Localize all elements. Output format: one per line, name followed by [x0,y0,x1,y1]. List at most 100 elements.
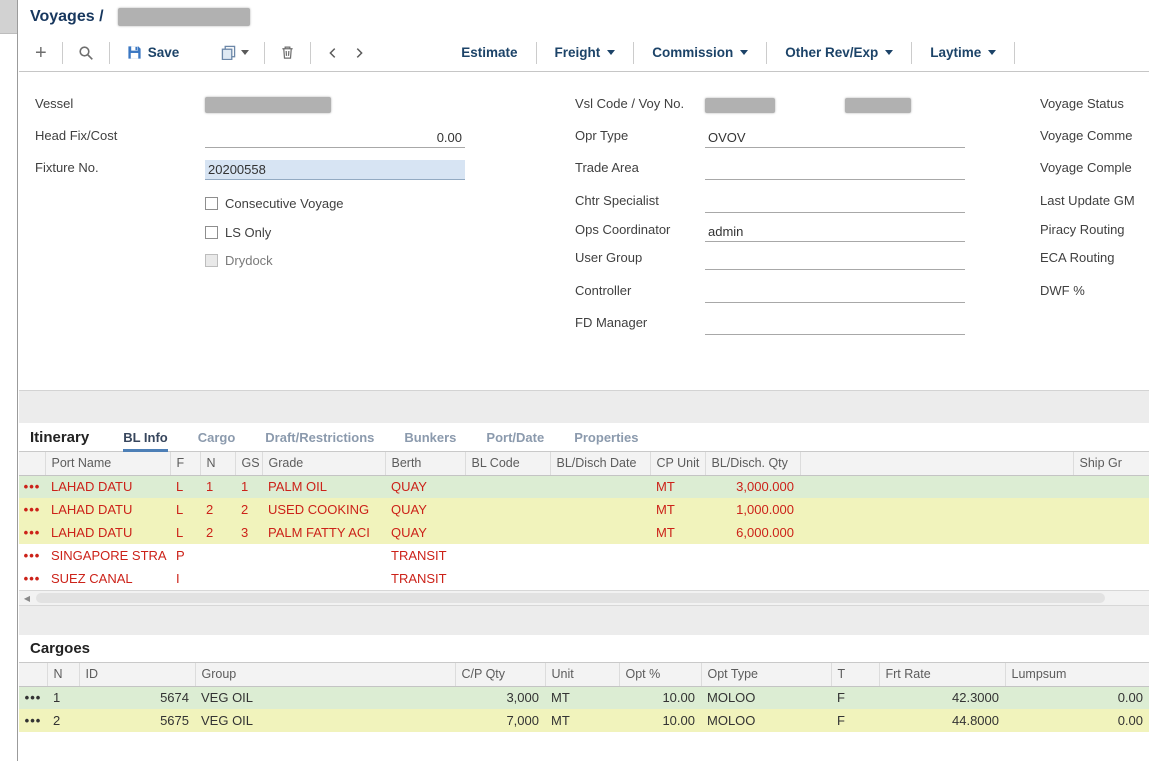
save-button[interactable]: Save [119,42,188,63]
vsl-code-field[interactable] [705,96,830,116]
col-bl-disch-date[interactable]: BL/Disch Date [550,452,650,475]
cell-berth[interactable]: QUAY [385,498,465,521]
col-group[interactable]: Group [195,663,455,686]
cell-bl-code[interactable] [465,498,550,521]
delete-button[interactable] [274,42,301,63]
scrollbar-thumb[interactable] [36,593,1105,603]
cell-port-name[interactable]: SUEZ CANAL [45,567,170,590]
other-rev-exp-menu-button[interactable]: Other Rev/Exp [776,41,902,64]
copy-voyage-button[interactable] [215,42,255,63]
cell-ship-gr[interactable] [1073,544,1149,567]
voy-no-field[interactable] [845,96,970,116]
cell-gs[interactable]: 3 [235,521,262,544]
cell-bl-code[interactable] [465,544,550,567]
cell-f[interactable]: L [170,521,200,544]
tab-cargo[interactable]: Cargo [198,430,236,445]
head-fix-cost-input[interactable] [205,128,465,148]
fd-manager-input[interactable] [705,315,965,335]
cell-t[interactable]: F [831,709,879,732]
cell-unit[interactable]: MT [545,686,619,709]
cell-ship-gr[interactable] [1073,567,1149,590]
col-frt-rate[interactable]: Frt Rate [879,663,1005,686]
cell-cp-unit[interactable]: MT [650,498,705,521]
cell-ship-gr[interactable] [1073,475,1149,498]
cell-lumpsum[interactable]: 0.00 [1005,709,1149,732]
cell-grade[interactable]: PALM OIL [262,475,385,498]
commission-menu-button[interactable]: Commission [643,41,757,64]
col-f[interactable]: F [170,452,200,475]
search-button[interactable] [72,42,100,64]
cell-f[interactable]: I [170,567,200,590]
cell-grade[interactable]: USED COOKING [262,498,385,521]
cell-group[interactable]: VEG OIL [195,686,455,709]
cell-berth[interactable]: QUAY [385,475,465,498]
cell-t[interactable]: F [831,686,879,709]
col-id[interactable]: ID [79,663,195,686]
cell-n[interactable]: 2 [200,521,235,544]
row-menu-button[interactable]: ••• [19,475,45,498]
cell-f[interactable]: L [170,498,200,521]
scrollbar-track[interactable] [35,591,1149,605]
row-menu-button[interactable]: ••• [19,686,47,709]
cell-bl-disch-qty[interactable]: 6,000.000 [705,521,800,544]
row-menu-button[interactable]: ••• [19,521,45,544]
scroll-left-button[interactable]: ◀ [19,591,35,605]
tab-port-date[interactable]: Port/Date [486,430,544,445]
cell-id[interactable]: 5674 [79,686,195,709]
col-port-name[interactable]: Port Name [45,452,170,475]
col-lumpsum[interactable]: Lumpsum [1005,663,1149,686]
tab-bunkers[interactable]: Bunkers [404,430,456,445]
cell-cp-unit[interactable] [650,544,705,567]
cell-n[interactable]: 1 [200,475,235,498]
cell-cp-qty[interactable]: 3,000 [455,686,545,709]
cell-port-name[interactable]: LAHAD DATU [45,498,170,521]
opr-type-input[interactable] [705,128,965,148]
laytime-menu-button[interactable]: Laytime [921,41,1005,64]
cell-gs[interactable] [235,567,262,590]
tab-properties[interactable]: Properties [574,430,638,445]
cell-berth[interactable]: TRANSIT [385,567,465,590]
fixture-no-input[interactable] [205,160,465,180]
itinerary-row[interactable]: ••• SINGAPORE STRA P TRANSIT [19,544,1149,567]
cell-grade[interactable] [262,544,385,567]
cell-berth[interactable]: QUAY [385,521,465,544]
cargo-row[interactable]: ••• 2 5675 VEG OIL 7,000 MT 10.00 MOLOO … [19,709,1149,732]
consecutive-voyage-checkbox[interactable]: Consecutive Voyage [205,193,344,213]
cell-ship-gr[interactable] [1073,498,1149,521]
vessel-field[interactable] [205,96,465,116]
cell-opt-pct[interactable]: 10.00 [619,686,701,709]
cell-bl-disch-qty[interactable]: 3,000.000 [705,475,800,498]
col-n[interactable]: N [200,452,235,475]
cell-gs[interactable]: 2 [235,498,262,521]
cell-berth[interactable]: TRANSIT [385,544,465,567]
cell-f[interactable]: P [170,544,200,567]
col-bl-disch-qty[interactable]: BL/Disch. Qty [705,452,800,475]
col-cp-qty[interactable]: C/P Qty [455,663,545,686]
itinerary-row[interactable]: ••• SUEZ CANAL I TRANSIT [19,567,1149,590]
cell-bl-disch-qty[interactable] [705,567,800,590]
cell-f[interactable]: L [170,475,200,498]
chtr-specialist-input[interactable] [705,193,965,213]
itinerary-row[interactable]: ••• LAHAD DATU L 1 1 PALM OIL QUAY MT 3,… [19,475,1149,498]
cell-gs[interactable]: 1 [235,475,262,498]
previous-record-button[interactable] [320,43,346,63]
cell-opt-type[interactable]: MOLOO [701,709,831,732]
cell-n[interactable]: 2 [47,709,79,732]
cell-grade[interactable] [262,567,385,590]
tab-draft-restrictions[interactable]: Draft/Restrictions [265,430,374,445]
cell-cp-unit[interactable]: MT [650,475,705,498]
cell-cp-unit[interactable]: MT [650,521,705,544]
cell-bl-disch-date[interactable] [550,521,650,544]
col-unit[interactable]: Unit [545,663,619,686]
cell-n[interactable] [200,544,235,567]
drydock-checkbox[interactable]: Drydock [205,250,273,270]
cell-lumpsum[interactable]: 0.00 [1005,686,1149,709]
row-menu-button[interactable]: ••• [19,709,47,732]
next-record-button[interactable] [346,43,372,63]
col-bl-code[interactable]: BL Code [465,452,550,475]
itinerary-row[interactable]: ••• LAHAD DATU L 2 2 USED COOKING QUAY M… [19,498,1149,521]
cell-id[interactable]: 5675 [79,709,195,732]
cell-bl-disch-qty[interactable] [705,544,800,567]
col-opt-pct[interactable]: Opt % [619,663,701,686]
itinerary-hscrollbar[interactable]: ◀ [19,590,1149,605]
